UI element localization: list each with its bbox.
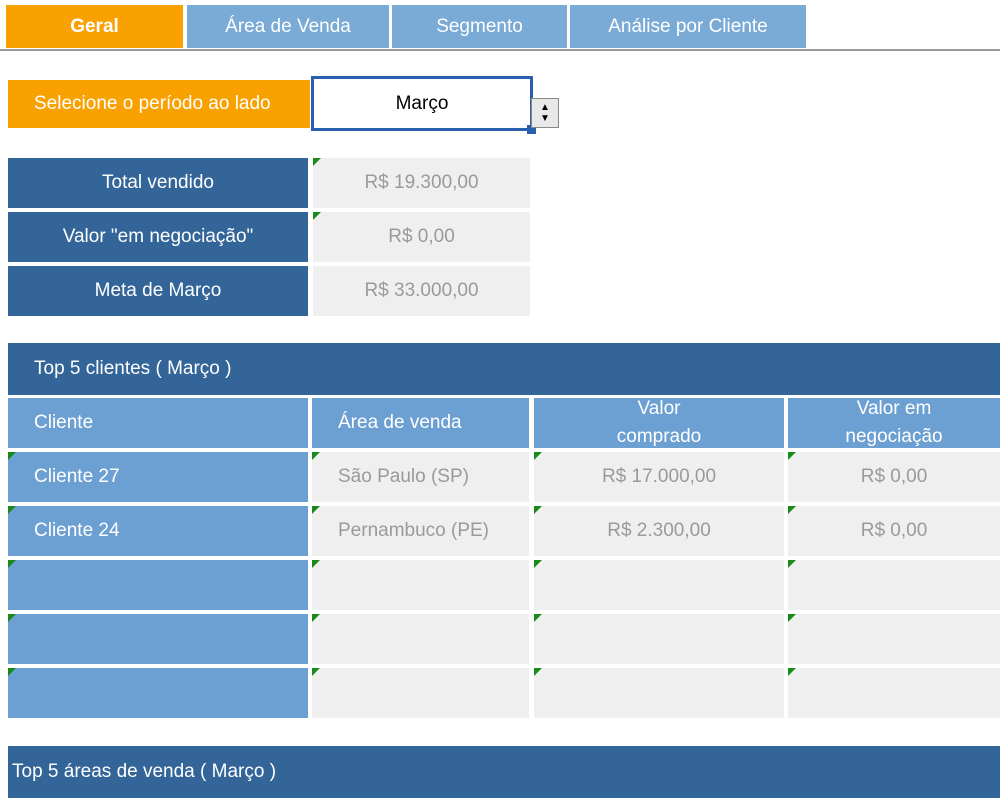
col-header-negotiation-line2: negociação <box>845 426 943 447</box>
period-spinner[interactable]: ▲ ▼ <box>531 98 559 128</box>
area-name: São Paulo (SP) <box>338 466 469 487</box>
area-cell[interactable]: São Paulo (SP) <box>312 452 529 502</box>
client-name: Cliente 27 <box>34 466 120 487</box>
col-header-bought: Valor comprado <box>534 398 784 448</box>
period-select[interactable]: Março <box>311 76 533 131</box>
comment-flag-icon <box>8 614 16 622</box>
negotiation-cell-value: R$ 0,00 <box>860 466 928 487</box>
comment-flag-icon <box>534 452 542 460</box>
col-header-area: Área de venda <box>312 398 529 448</box>
bought-cell[interactable]: R$ 2.300,00 <box>534 506 784 556</box>
bought-cell[interactable] <box>534 668 784 718</box>
comment-flag-icon <box>8 668 16 676</box>
comment-flag-icon <box>8 506 16 514</box>
tab-analise-por-cliente[interactable]: Análise por Cliente <box>570 5 806 48</box>
goal-label: Meta de Março <box>8 266 308 316</box>
goal-value[interactable]: R$ 33.000,00 <box>313 266 530 316</box>
negotiation-cell[interactable]: R$ 0,00 <box>788 452 1000 502</box>
col-header-bought-line1: Valor <box>637 398 681 419</box>
client-cell[interactable]: Cliente 24 <box>8 506 308 556</box>
negotiation-cell[interactable] <box>788 614 1000 664</box>
comment-flag-icon <box>312 668 320 676</box>
comment-flag-icon <box>312 614 320 622</box>
comment-flag-icon <box>534 560 542 568</box>
comment-flag-icon <box>8 560 16 568</box>
bought-cell[interactable] <box>534 614 784 664</box>
total-sold-value[interactable]: R$ 19.300,00 <box>313 158 530 208</box>
tab-area-de-venda[interactable]: Área de Venda <box>187 5 389 48</box>
comment-flag-icon <box>788 506 796 514</box>
comment-flag-icon <box>312 560 320 568</box>
comment-flag-icon <box>788 668 796 676</box>
bought-cell[interactable] <box>534 560 784 610</box>
tab-geral[interactable]: Geral <box>6 5 183 48</box>
comment-flag-icon <box>534 506 542 514</box>
negotiation-text: R$ 0,00 <box>388 226 455 247</box>
negotiation-value[interactable]: R$ 0,00 <box>313 212 530 262</box>
area-name: Pernambuco (PE) <box>338 520 490 541</box>
col-header-client: Cliente <box>8 398 308 448</box>
bought-value: R$ 2.300,00 <box>607 520 711 541</box>
col-header-negotiation-line1: Valor em <box>856 398 932 419</box>
tab-segmento[interactable]: Segmento <box>392 5 567 48</box>
top-areas-title: Top 5 áreas de venda ( Março ) <box>8 746 1000 798</box>
spin-down-icon[interactable]: ▼ <box>540 113 550 124</box>
goal-text: R$ 33.000,00 <box>364 280 479 301</box>
comment-flag-icon <box>788 614 796 622</box>
comment-flag-icon <box>788 560 796 568</box>
client-name: Cliente 24 <box>34 520 120 541</box>
top-clients-title: Top 5 clientes ( Março ) <box>8 343 1000 395</box>
area-cell[interactable] <box>312 560 529 610</box>
comment-flag-icon <box>8 452 16 460</box>
tab-divider <box>0 49 1000 51</box>
comment-flag-icon <box>313 158 321 166</box>
comment-flag-icon <box>312 506 320 514</box>
client-cell[interactable] <box>8 560 308 610</box>
negotiation-cell-value: R$ 0,00 <box>860 520 928 541</box>
bought-value: R$ 17.000,00 <box>601 466 717 487</box>
spin-up-icon[interactable]: ▲ <box>540 102 550 113</box>
col-header-negotiation: Valor em negociação <box>788 398 1000 448</box>
negotiation-label: Valor "em negociação" <box>8 212 308 262</box>
negotiation-cell[interactable]: R$ 0,00 <box>788 506 1000 556</box>
negotiation-cell[interactable] <box>788 668 1000 718</box>
client-cell[interactable] <box>8 668 308 718</box>
area-cell[interactable]: Pernambuco (PE) <box>312 506 529 556</box>
area-cell[interactable] <box>312 614 529 664</box>
comment-flag-icon <box>534 614 542 622</box>
total-sold-text: R$ 19.300,00 <box>364 172 479 193</box>
comment-flag-icon <box>534 668 542 676</box>
client-cell[interactable] <box>8 614 308 664</box>
period-label: Selecione o período ao lado <box>8 80 310 128</box>
col-header-bought-line2: comprado <box>616 426 702 447</box>
comment-flag-icon <box>312 452 320 460</box>
comment-flag-icon <box>788 452 796 460</box>
comment-flag-icon <box>313 212 321 220</box>
bought-cell[interactable]: R$ 17.000,00 <box>534 452 784 502</box>
area-cell[interactable] <box>312 668 529 718</box>
negotiation-cell[interactable] <box>788 560 1000 610</box>
total-sold-label: Total vendido <box>8 158 308 208</box>
client-cell[interactable]: Cliente 27 <box>8 452 308 502</box>
